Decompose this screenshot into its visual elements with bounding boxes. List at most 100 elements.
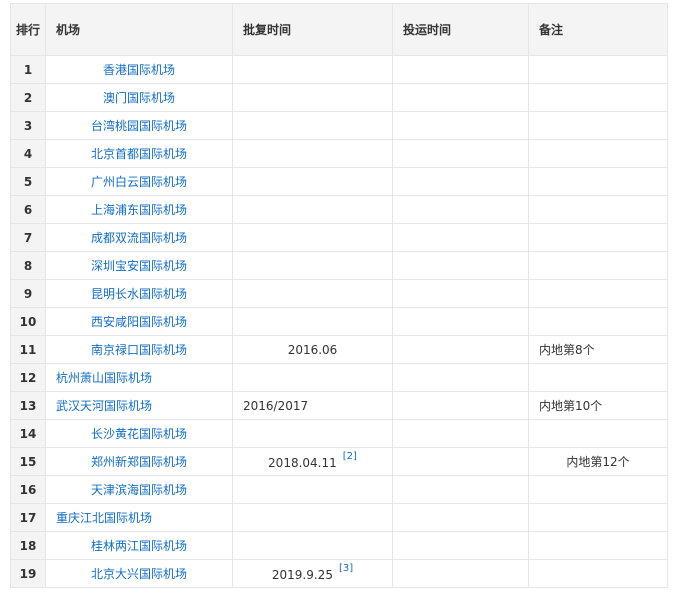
open-time-cell [392,83,529,112]
approve-time-cell [232,419,393,448]
approve-time-cell [232,503,393,532]
airport-cell: 广州白云国际机场 [45,167,233,196]
approve-time-cell [232,55,393,84]
table-row: 17 重庆江北国际机场 [10,503,668,532]
airport-link[interactable]: 深圳宝安国际机场 [91,259,187,273]
approve-time-cell [232,307,393,336]
open-time-cell [392,195,529,224]
note-cell: 内地第8个 [528,335,668,364]
airport-link[interactable]: 郑州新郑国际机场 [91,455,187,469]
note-cell [528,251,668,280]
approve-time-value: 2016/2017 [243,398,309,413]
table-row: 7 成都双流国际机场 [10,223,668,252]
approve-time-cell: 2016.06 [232,335,393,364]
open-time-cell [392,279,529,308]
approve-time-cell [232,167,393,196]
airport-link[interactable]: 长沙黄花国际机场 [91,427,187,441]
approve-time-cell [232,363,393,392]
airport-cell: 上海浦东国际机场 [45,195,233,224]
approve-time-cell [232,531,393,560]
airport-link[interactable]: 香港国际机场 [103,63,175,77]
airport-link[interactable]: 昆明长水国际机场 [91,287,187,301]
header-approve-time: 批复时间 [232,3,393,56]
airport-link[interactable]: 北京大兴国际机场 [91,567,187,581]
note-cell [528,111,668,140]
open-time-cell [392,139,529,168]
rank-cell: 17 [10,503,46,532]
airport-link[interactable]: 武汉天河国际机场 [56,399,152,413]
note-cell [528,55,668,84]
airport-link[interactable]: 重庆江北国际机场 [56,511,152,525]
airport-cell: 深圳宝安国际机场 [45,251,233,280]
airport-link[interactable]: 西安咸阳国际机场 [91,315,187,329]
note-cell [528,195,668,224]
table-row: 8 深圳宝安国际机场 [10,251,668,280]
airport-cell: 天津滨海国际机场 [45,475,233,504]
airport-link[interactable]: 澳门国际机场 [103,91,175,105]
rank-cell: 18 [10,531,46,560]
note-cell [528,475,668,504]
note-cell [528,167,668,196]
table-row: 3 台湾桃园国际机场 [10,111,668,140]
airport-link[interactable]: 杭州萧山国际机场 [56,371,152,385]
rank-cell: 19 [10,559,46,588]
approve-time-cell [232,83,393,112]
rank-cell: 11 [10,335,46,364]
open-time-cell [392,419,529,448]
rank-cell: 4 [10,139,46,168]
airport-cell: 杭州萧山国际机场 [45,363,233,392]
rank-cell: 1 [10,55,46,84]
airport-link[interactable]: 桂林两江国际机场 [91,539,187,553]
airport-link[interactable]: 台湾桃园国际机场 [91,119,187,133]
table-header-row: 排行 机场 批复时间 投运时间 备注 [10,3,668,56]
airport-cell: 香港国际机场 [45,55,233,84]
airport-link[interactable]: 南京禄口国际机场 [91,343,187,357]
note-cell [528,559,668,588]
reference-link[interactable]: [2] [343,451,357,462]
airport-cell: 澳门国际机场 [45,83,233,112]
approve-time-cell [232,251,393,280]
note-cell [528,223,668,252]
open-time-cell [392,391,529,420]
table-row: 9 昆明长水国际机场 [10,279,668,308]
approve-time-cell [232,111,393,140]
table-row: 2 澳门国际机场 [10,83,668,112]
airport-cell: 昆明长水国际机场 [45,279,233,308]
airport-link[interactable]: 上海浦东国际机场 [91,203,187,217]
note-cell [528,279,668,308]
airport-cell: 武汉天河国际机场 [45,391,233,420]
note-cell [528,139,668,168]
table-row: 5 广州白云国际机场 [10,167,668,196]
airport-link[interactable]: 广州白云国际机场 [91,175,187,189]
rank-cell: 6 [10,195,46,224]
reference-link[interactable]: [3] [339,563,353,574]
rank-cell: 3 [10,111,46,140]
rank-cell: 5 [10,167,46,196]
airport-cell: 桂林两江国际机场 [45,531,233,560]
approve-time-cell: 2019.9.25 [3] [232,559,393,588]
open-time-cell [392,307,529,336]
open-time-cell [392,251,529,280]
header-rank: 排行 [10,3,46,56]
rank-cell: 9 [10,279,46,308]
open-time-cell [392,223,529,252]
airport-ranking-table: 排行 机场 批复时间 投运时间 备注 1 香港国际机场 2 澳门国际机场 3 台湾桃园国际… [10,3,668,588]
header-note: 备注 [528,3,668,56]
rank-cell: 14 [10,419,46,448]
airport-link[interactable]: 天津滨海国际机场 [91,483,187,497]
airport-cell: 台湾桃园国际机场 [45,111,233,140]
open-time-cell [392,503,529,532]
approve-time-cell: 2018.04.11 [2] [232,447,393,476]
rank-cell: 15 [10,447,46,476]
table-row: 18 桂林两江国际机场 [10,531,668,560]
note-cell [528,503,668,532]
note-cell: 内地第12个 [528,447,668,476]
header-airport: 机场 [45,3,233,56]
airport-link[interactable]: 北京首都国际机场 [91,147,187,161]
rank-cell: 12 [10,363,46,392]
airport-link[interactable]: 成都双流国际机场 [91,231,187,245]
approve-time-cell [232,279,393,308]
table-row: 10 西安咸阳国际机场 [10,307,668,336]
airport-cell: 郑州新郑国际机场 [45,447,233,476]
note-cell [528,531,668,560]
